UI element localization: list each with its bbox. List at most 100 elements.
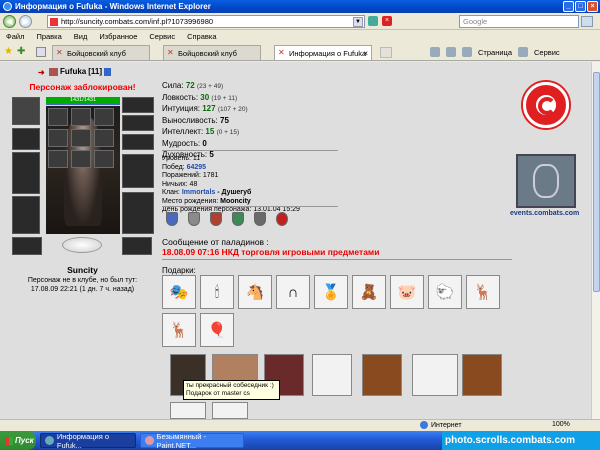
gift-horseshoe-icon[interactable]: ∩ xyxy=(276,275,310,309)
events-banner[interactable] xyxy=(516,154,576,208)
inventory-slot[interactable] xyxy=(48,150,68,168)
stat-extra: (19 + 11) xyxy=(211,94,238,102)
item-card-icon[interactable] xyxy=(462,354,502,396)
emblem-icon[interactable] xyxy=(166,212,178,226)
stat-label: Мудрость: xyxy=(162,138,201,148)
print-icon[interactable] xyxy=(462,47,472,57)
windows-flag-icon xyxy=(5,436,13,445)
ring-slot[interactable] xyxy=(122,97,154,113)
item-card-icon[interactable] xyxy=(212,402,248,419)
info-icon[interactable] xyxy=(104,67,112,76)
inventory-slot[interactable] xyxy=(71,129,91,147)
align-icon xyxy=(49,67,58,76)
emblem-icon[interactable] xyxy=(232,212,244,226)
inventory-slot[interactable] xyxy=(71,108,91,126)
search-icon[interactable] xyxy=(581,16,593,27)
scrollbar[interactable] xyxy=(591,62,600,419)
paladin-message: 18.08.09 07:16 НКД торговля игровыми пре… xyxy=(162,247,380,257)
tab-fufuka-info[interactable]: ✕ Информация о Fufuka × xyxy=(274,45,372,60)
inventory-slot[interactable] xyxy=(71,150,91,168)
gift-sheep-icon[interactable]: 🐑 xyxy=(428,275,462,309)
close-tab-icon[interactable]: × xyxy=(363,49,368,58)
tab-label: Бойцовский клуб xyxy=(178,48,237,58)
inventory-slot[interactable] xyxy=(94,150,114,168)
gift-rocking-horse-icon[interactable]: 🐴 xyxy=(238,275,272,309)
inventory-slot[interactable] xyxy=(48,108,68,126)
add-favorite-icon[interactable]: ✚ xyxy=(17,47,26,57)
divider xyxy=(162,206,338,207)
gift-medal-icon[interactable]: 🏅 xyxy=(314,275,348,309)
quick-tabs-icon[interactable] xyxy=(36,47,46,57)
feeds-icon[interactable] xyxy=(446,47,456,57)
item-card-icon[interactable] xyxy=(312,354,352,396)
start-button[interactable]: Пуск xyxy=(0,431,36,450)
belt-slot[interactable] xyxy=(12,237,42,255)
address-dropdown-icon[interactable]: ▼ xyxy=(353,16,363,27)
clan-rank: - Душегуб xyxy=(217,189,252,196)
menu-tools[interactable]: Сервис xyxy=(149,32,175,41)
wins-label: Побед: xyxy=(162,163,185,171)
weapon-slot[interactable] xyxy=(12,152,40,194)
item-card-icon[interactable] xyxy=(362,354,402,396)
emblem-icon[interactable] xyxy=(188,212,200,226)
tools-gear-icon[interactable] xyxy=(518,47,528,57)
taskbar-item-paint[interactable]: Безымянный - Paint.NET... xyxy=(140,432,244,450)
gift-moose-icon[interactable]: 🦌 xyxy=(466,275,500,309)
taskbar-item-ie[interactable]: Информация о Fufuk... xyxy=(40,432,136,450)
close-button[interactable]: × xyxy=(587,1,598,12)
stop-icon[interactable]: × xyxy=(382,16,392,26)
favorites-star-icon[interactable]: ★ xyxy=(4,47,13,57)
city-logo xyxy=(62,237,102,253)
clan-link[interactable]: Immortals xyxy=(182,189,215,196)
address-field[interactable]: http://suncity.combats.com/inf.pl?107399… xyxy=(47,15,365,28)
gift-teddy-icon[interactable]: 🧸 xyxy=(352,275,386,309)
ring-slot[interactable] xyxy=(122,115,154,131)
menu-favorites[interactable]: Избранное xyxy=(99,32,137,41)
combats-logo[interactable] xyxy=(523,82,569,128)
emblem-icon[interactable] xyxy=(276,212,288,226)
status-bar: Интернет 100% xyxy=(0,419,600,431)
emblem-icon[interactable] xyxy=(254,212,266,226)
page-menu-button[interactable]: Страница xyxy=(478,48,512,57)
start-label: Пуск xyxy=(15,436,34,445)
inventory-slot[interactable] xyxy=(48,129,68,147)
search-input[interactable]: Google xyxy=(459,15,579,28)
menu-help[interactable]: Справка xyxy=(187,32,216,41)
gift-candle-icon[interactable]: 🕯 xyxy=(200,275,234,309)
menu-view[interactable]: Вид xyxy=(74,32,88,41)
clan-label: Клан: xyxy=(162,189,180,196)
new-tab-button[interactable] xyxy=(380,47,392,58)
menu-edit[interactable]: Правка xyxy=(36,32,61,41)
gift-jester-hat-icon[interactable]: 🎭 xyxy=(162,275,196,309)
item-card-icon[interactable] xyxy=(170,402,206,419)
home-icon[interactable] xyxy=(430,47,440,57)
back-button[interactable]: ◀ xyxy=(3,14,16,28)
zoom-level[interactable]: 100% xyxy=(552,421,570,428)
maximize-button[interactable]: □ xyxy=(575,1,586,12)
shield-slot[interactable] xyxy=(122,154,154,188)
tab-club-2[interactable]: ✕ Бойцовский клуб xyxy=(163,45,261,60)
events-link[interactable]: events.combats.com xyxy=(510,210,579,217)
legs-slot[interactable] xyxy=(122,192,154,234)
tab-club-1[interactable]: ✕ Бойцовский клуб xyxy=(52,45,150,60)
helmet-slot[interactable] xyxy=(12,97,40,125)
forward-button[interactable]: ▶ xyxy=(19,14,32,28)
gift-pig-icon[interactable]: 🐷 xyxy=(390,275,424,309)
menu-bar: Файл Правка Вид Избранное Сервис Справка xyxy=(0,31,600,42)
birthplace-value: Mooncity xyxy=(220,197,251,205)
boots-slot[interactable] xyxy=(122,237,152,255)
item-card-icon[interactable] xyxy=(412,354,458,396)
minimize-button[interactable]: _ xyxy=(563,1,574,12)
inventory-slot[interactable] xyxy=(94,129,114,147)
gift-balloons-icon[interactable]: 🎈 xyxy=(200,313,234,347)
service-menu-button[interactable]: Сервис xyxy=(534,48,560,57)
inventory-slot[interactable] xyxy=(94,108,114,126)
earring-slot[interactable] xyxy=(12,128,40,150)
gloves-slot[interactable] xyxy=(122,134,154,150)
armor-slot[interactable] xyxy=(12,196,40,234)
scrollbar-thumb[interactable] xyxy=(593,72,600,292)
emblem-icon[interactable] xyxy=(210,212,222,226)
menu-file[interactable]: Файл xyxy=(6,32,24,41)
refresh-icon[interactable] xyxy=(368,16,378,26)
gift-reindeer-icon[interactable]: 🦌 xyxy=(162,313,196,347)
